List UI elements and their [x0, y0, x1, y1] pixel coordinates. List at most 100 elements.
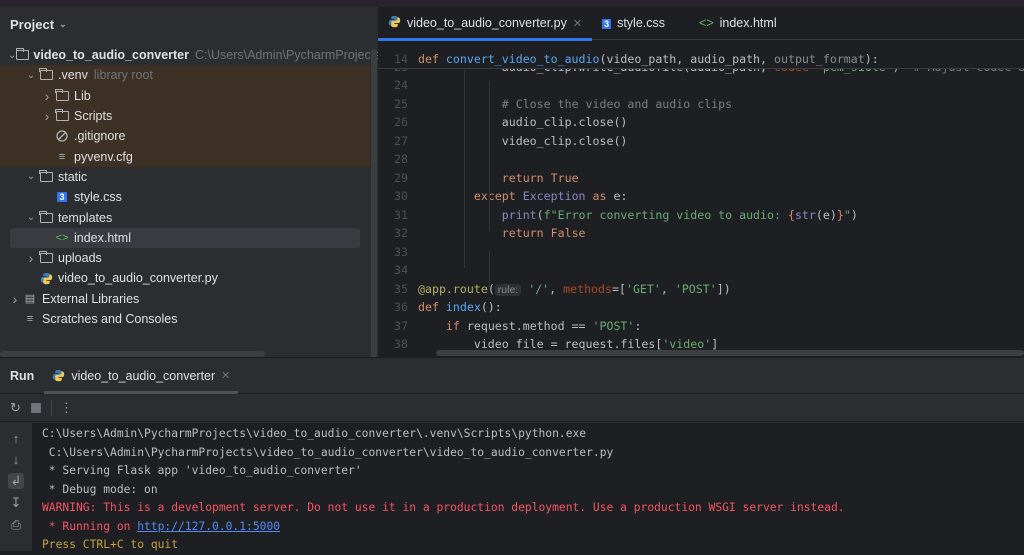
code-token: audio_clip.close()	[418, 115, 628, 129]
editor-tab-label: style.css	[617, 16, 666, 30]
scroll-to-end-icon[interactable]: ↧	[11, 495, 22, 511]
code-token: video_clip.close()	[418, 133, 628, 148]
console-output[interactable]: C:\Users\Admin\PycharmProjects\video_to_…	[32, 423, 1024, 552]
line-number: 36	[394, 300, 408, 314]
tree-item[interactable]: ⌄ video_to_audio_converter C:\Users\Admin\…	[0, 45, 400, 65]
print-icon[interactable]: ⎙	[11, 517, 21, 533]
editor-tab-label: video_to_audio_converter.py	[407, 16, 567, 30]
console-line: C:\Users\Admin\PycharmProjects\video_to_…	[32, 444, 1024, 463]
line-number: 26	[394, 115, 408, 129]
code-token: video_file = request.files[	[418, 337, 663, 351]
code-line: 28	[378, 150, 1024, 169]
folder-icon	[16, 48, 30, 61]
editor-horizontal-scrollbar[interactable]	[436, 350, 1024, 356]
code-token: output_format	[774, 52, 865, 66]
chevron-down-icon[interactable]: ⌄	[24, 212, 38, 223]
more-options-icon[interactable]: ⋮	[50, 399, 73, 416]
code-token: 'POST'	[592, 318, 635, 333]
console-line: * Serving Flask app 'video_to_audio_conv…	[32, 462, 1024, 481]
tree-item[interactable]: ⌄ .venv library root	[0, 65, 370, 86]
line-number: 14	[394, 52, 408, 66]
code-token: 'video'	[662, 337, 712, 351]
tree-item-label: Scratches and Consoles	[42, 312, 178, 326]
project-view-selector[interactable]: Project ⌄	[10, 17, 67, 32]
tree-item[interactable]: .gitignore	[0, 126, 370, 147]
code-token: }	[836, 207, 844, 222]
code-token: (e)	[815, 207, 837, 222]
code-token: index	[445, 300, 481, 314]
chevron-right-icon[interactable]: ›	[8, 291, 22, 307]
code-line: 33	[378, 243, 1024, 262]
tree-item[interactable]: › Lib	[0, 85, 370, 106]
project-title: Project	[10, 17, 55, 32]
soft-wrap-icon[interactable]: ↲	[7, 473, 25, 489]
console-text: WARNING: This is a development server. D…	[42, 501, 845, 514]
chevron-right-icon[interactable]: ›	[40, 88, 54, 104]
code-token: Exception	[522, 189, 586, 203]
tree-item-label: .gitignore	[74, 129, 126, 144]
tree-item[interactable]: ≡ Scratches and Consoles	[0, 309, 370, 329]
tree-item[interactable]: ≡ pyvenv.cfg	[0, 146, 370, 167]
code-token: :	[634, 318, 642, 333]
console-text: * Running on	[42, 519, 138, 533]
chevron-down-icon[interactable]: ⌄	[24, 70, 38, 81]
close-icon[interactable]: ✕	[573, 17, 582, 30]
project-tree: ⌄ video_to_audio_converter C:\Users\Admin\…	[0, 45, 400, 329]
code-line: 35 @app.route(rule: '/', methods=['GET', …	[378, 280, 1024, 299]
code-line: 34	[378, 261, 1024, 280]
close-icon[interactable]: ✕	[221, 369, 230, 382]
stop-icon[interactable]	[30, 402, 41, 413]
code-token: '/'	[521, 281, 550, 296]
editor-tab[interactable]: 3 style.css	[592, 7, 675, 40]
tree-item[interactable]: video_to_audio_converter.py	[0, 268, 370, 288]
tree-item[interactable]: 3 style.css	[0, 187, 370, 207]
editor-tab[interactable]: video_to_audio_converter.py ✕	[378, 7, 593, 41]
run-panel: Run video_to_audio_converter ✕ ↻ ⋮ ↑ ↓ ↲…	[0, 357, 1024, 552]
console-line: Press CTRL+C to quit	[32, 536, 1024, 555]
arrow-down-icon[interactable]: ↓	[13, 452, 20, 467]
tree-item[interactable]: ⌄ static	[0, 167, 370, 187]
tree-item-label: External Libraries	[42, 291, 140, 306]
console-link[interactable]: http://127.0.0.1:5000	[137, 520, 280, 533]
tree-item-label: index.html	[74, 230, 131, 245]
tree-item[interactable]: <> index.html	[10, 227, 360, 248]
code-token: convert_video_to_audio	[445, 52, 600, 66]
run-config-tab[interactable]: video_to_audio_converter ✕	[44, 358, 239, 394]
code-token: ):	[864, 52, 879, 66]
folder-icon	[54, 109, 70, 122]
code-token: def	[418, 300, 446, 314]
code-line: 29 return True	[378, 169, 1024, 188]
line-number: 33	[394, 244, 408, 259]
tree-item-hint: C:\Users\Admin\PycharmProjects\vid	[195, 48, 400, 63]
chevron-down-icon[interactable]: ⌄	[24, 171, 38, 182]
code-token: 'POST'	[674, 281, 717, 296]
console-text: * Serving Flask app 'video_to_audio_conv…	[42, 464, 362, 477]
editor-tab[interactable]: <> index.html	[689, 7, 787, 40]
arrow-up-icon[interactable]: ↑	[13, 431, 20, 446]
tree-item[interactable]: › Scripts	[0, 105, 370, 127]
tree-item-label: templates	[58, 210, 113, 225]
rerun-icon[interactable]: ↻	[10, 400, 21, 416]
code-token: methods	[563, 281, 612, 296]
console-line: WARNING: This is a development server. D…	[32, 499, 1024, 518]
chevron-right-icon[interactable]: ›	[24, 250, 38, 266]
css-icon: 3	[57, 192, 67, 203]
tree-item[interactable]: › ▤ External Libraries	[0, 289, 370, 309]
tree-item-label: pyvenv.cfg	[74, 149, 133, 164]
code-line: 14 def convert_video_to_audio(video_path,…	[378, 50, 1024, 69]
indent-guide	[464, 68, 465, 268]
code-token: as	[585, 189, 614, 203]
folder-icon	[38, 68, 54, 81]
tree-item[interactable]: › uploads	[0, 248, 370, 268]
console-line: * Running on http://127.0.0.1:5000	[32, 518, 1024, 537]
tree-item[interactable]: ⌄ templates	[0, 207, 370, 227]
python-icon	[388, 15, 401, 31]
parameter-hint: rule:	[494, 283, 522, 296]
project-panel: Project ⌄ ⌄ video_to_audio_converter C:\Use…	[0, 7, 400, 359]
code-token: ():	[480, 300, 502, 314]
tree-item-label: Lib	[74, 88, 91, 103]
vertical-scrollbar[interactable]	[371, 49, 377, 359]
chevron-right-icon[interactable]: ›	[40, 108, 54, 124]
tree-item-label: style.css	[74, 190, 122, 205]
